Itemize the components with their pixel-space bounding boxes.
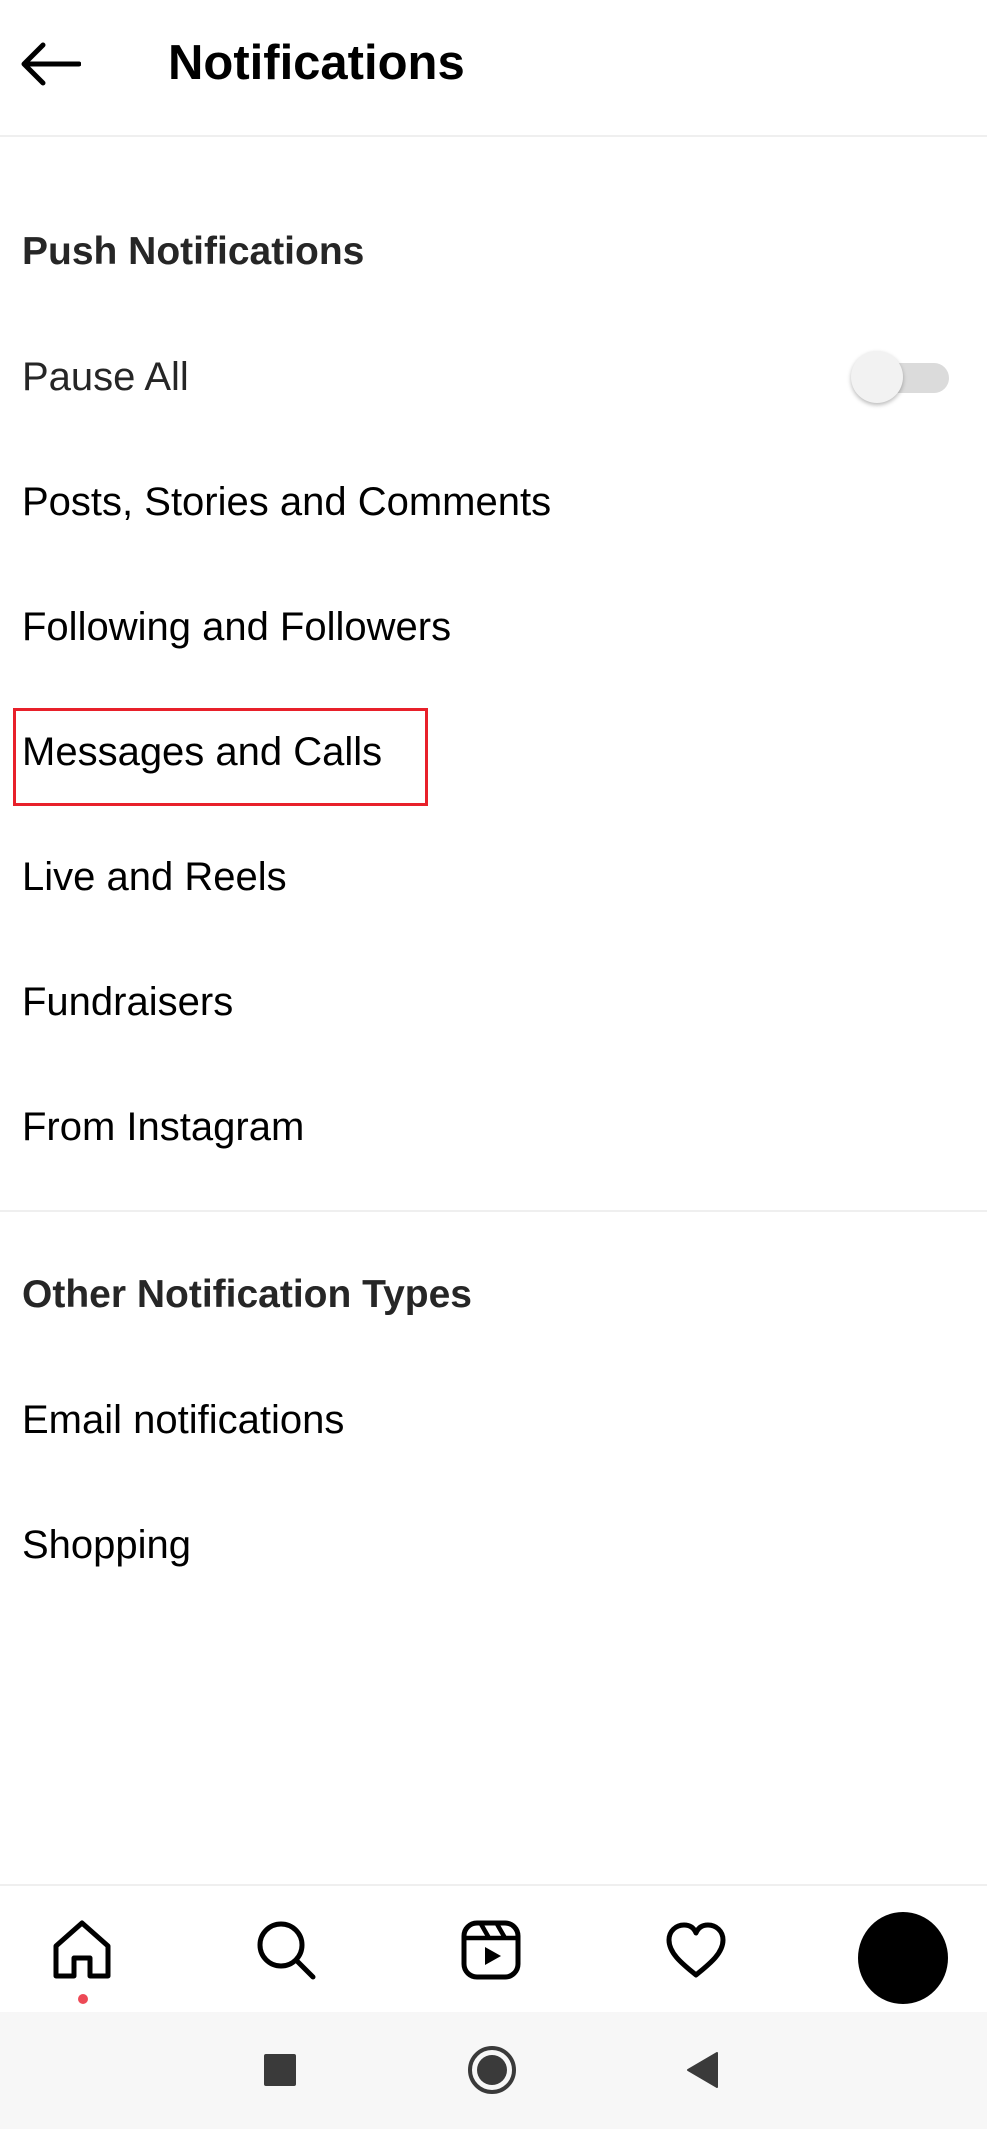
row-label: Email notifications [22, 1398, 345, 1442]
back-button[interactable] [14, 28, 86, 100]
reels-icon [461, 1920, 521, 1980]
pause-all-toggle[interactable] [851, 351, 951, 403]
home-icon [53, 1920, 111, 1979]
search-icon [257, 1921, 316, 1980]
push-notifications-heading: Push Notifications [22, 230, 365, 273]
posts-stories-comments-row[interactable]: Posts, Stories and Comments [0, 443, 987, 561]
row-label: Messages and Calls [22, 730, 383, 774]
page-title: Notifications [168, 36, 465, 90]
row-label: Fundraisers [22, 980, 234, 1024]
shopping-row[interactable]: Shopping [0, 1486, 987, 1604]
messages-calls-row[interactable]: Messages and Calls [0, 693, 987, 811]
row-label: Live and Reels [22, 855, 287, 899]
recents-square-icon [264, 2054, 296, 2086]
nav-search[interactable] [240, 1904, 332, 1996]
system-navigation-bar [0, 2012, 987, 2129]
toggle-knob [851, 351, 903, 403]
from-instagram-row[interactable]: From Instagram [0, 1068, 987, 1186]
following-followers-row[interactable]: Following and Followers [0, 568, 987, 686]
email-notifications-row[interactable]: Email notifications [0, 1361, 987, 1479]
notifications-screen: Notifications Push Notifications Pause A… [0, 0, 987, 2129]
home-circle-icon [468, 2046, 516, 2094]
live-reels-row[interactable]: Live and Reels [0, 818, 987, 936]
header-bar: Notifications [0, 0, 987, 137]
section-divider [0, 1210, 987, 1212]
notification-dot [78, 1994, 88, 2004]
recents-button[interactable] [250, 2040, 310, 2100]
nav-activity[interactable] [650, 1904, 742, 1996]
row-label: Posts, Stories and Comments [22, 480, 552, 524]
row-label: From Instagram [22, 1105, 305, 1149]
pause-all-row: Pause All [0, 318, 987, 436]
fundraisers-row[interactable]: Fundraisers [0, 943, 987, 1061]
system-back-button[interactable] [672, 2040, 732, 2100]
system-home-button[interactable] [462, 2040, 522, 2100]
pause-all-label: Pause All [22, 355, 189, 399]
nav-home[interactable] [36, 1904, 128, 1996]
row-label: Following and Followers [22, 605, 452, 649]
back-triangle-icon [687, 2052, 718, 2088]
row-label: Shopping [22, 1523, 192, 1567]
heart-icon [666, 1922, 726, 1978]
arrow-left-icon [21, 42, 81, 86]
bottom-navigation-bar [0, 1884, 987, 2012]
nav-reels[interactable] [445, 1904, 537, 1996]
profile-avatar[interactable] [858, 1912, 948, 2004]
other-notification-types-heading: Other Notification Types [22, 1273, 472, 1316]
